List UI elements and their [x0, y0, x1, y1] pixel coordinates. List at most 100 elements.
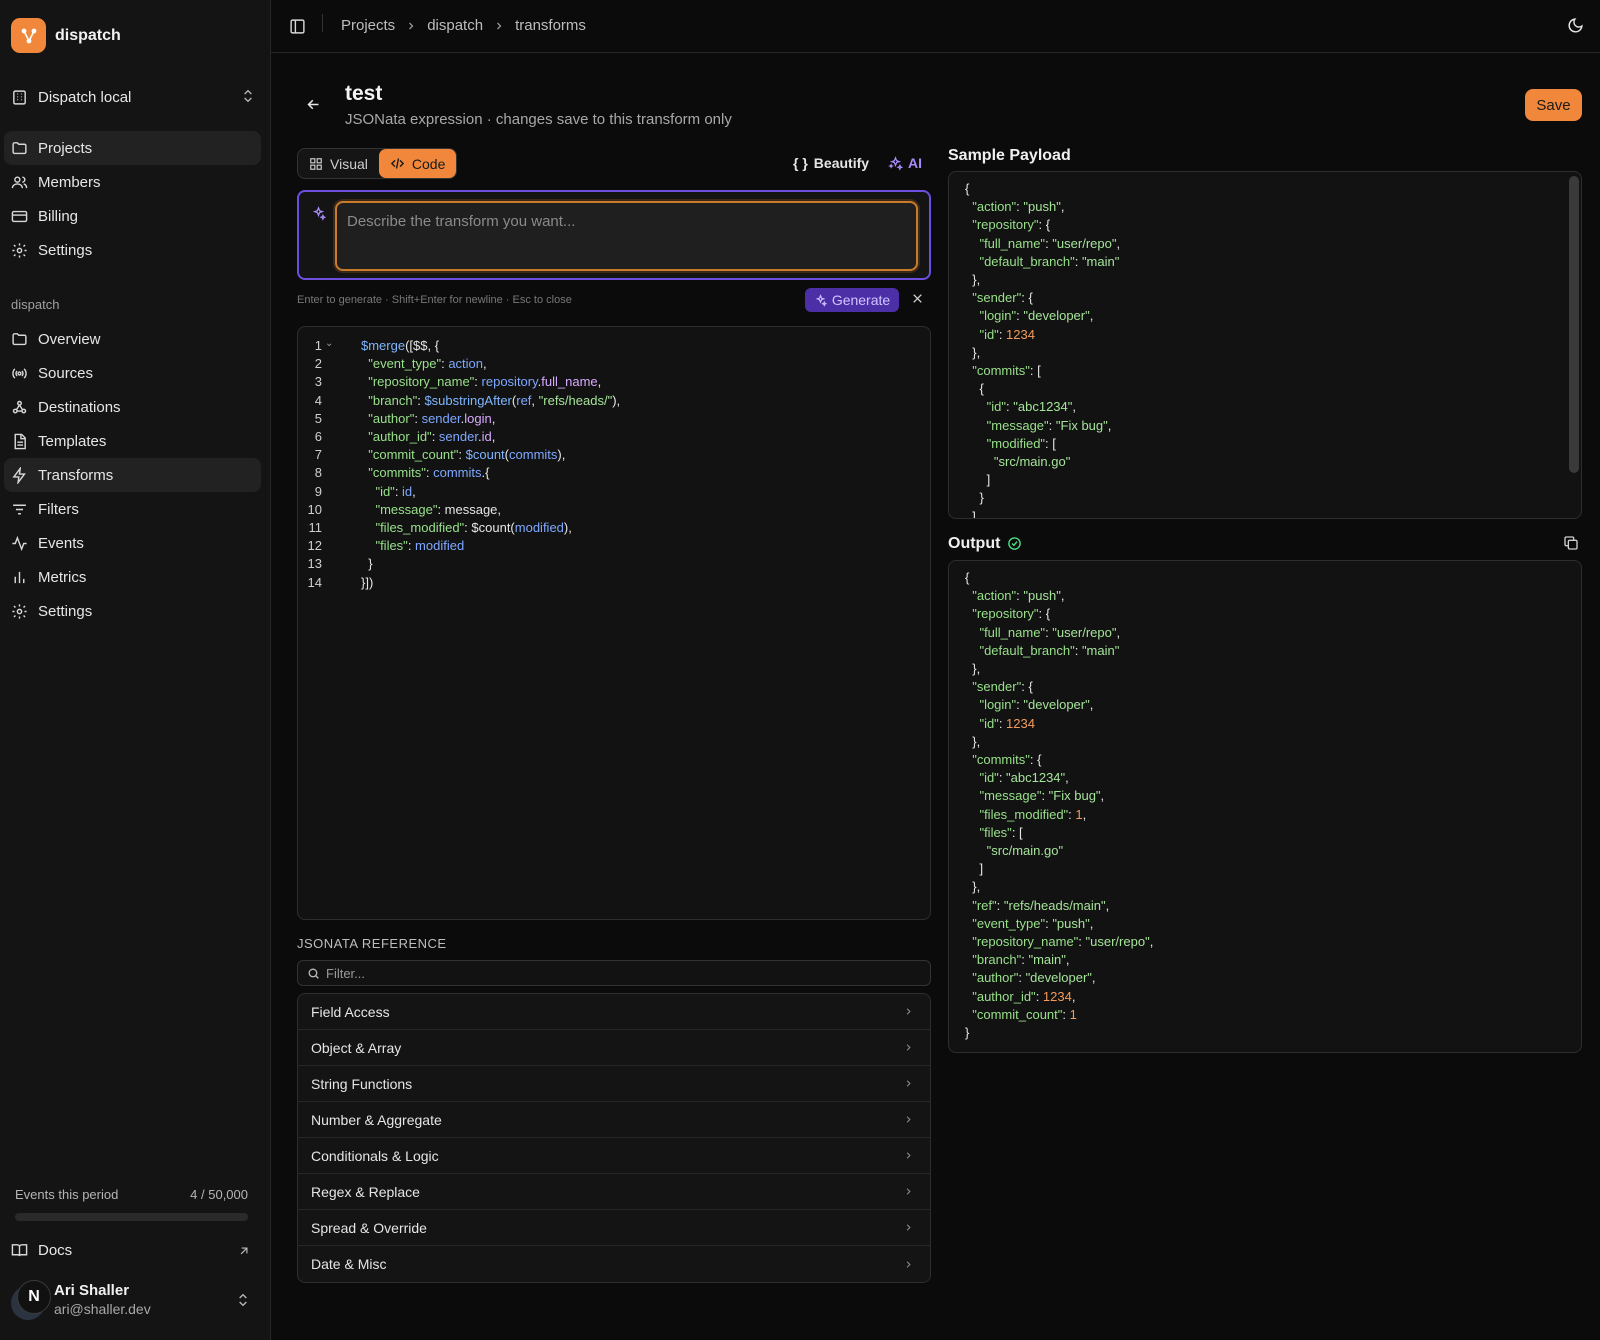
breadcrumb-projects[interactable]: Projects [341, 17, 395, 34]
usage-bar [15, 1213, 248, 1221]
code-text: "commit_count": $count(commits), [368, 447, 566, 463]
gear-icon [12, 242, 27, 258]
reference-item[interactable]: String Functions [298, 1066, 930, 1102]
gear-icon [12, 603, 27, 619]
sidebar-item-label: Templates [38, 432, 107, 450]
sparkles-icon [888, 155, 903, 171]
sidebar-item-projects[interactable]: Projects [4, 131, 261, 165]
folder-icon [12, 332, 27, 345]
project-nav: Overview Sources Destinations Templates Tran… [4, 322, 261, 628]
chevron-right-icon [906, 1260, 911, 1268]
save-button[interactable]: Save [1525, 89, 1582, 121]
ai-button[interactable]: AI [888, 155, 922, 171]
fold-chevron-icon[interactable]: ⌄ [325, 338, 333, 349]
chevron-right-icon [906, 1188, 911, 1195]
page-title: test [345, 82, 383, 105]
docs-label: Docs [38, 1242, 73, 1259]
reference-item[interactable]: Spread & Override [298, 1210, 930, 1246]
json-line: }, [965, 344, 981, 360]
reference-item[interactable]: Object & Array [298, 1030, 930, 1066]
copy-icon[interactable] [1563, 535, 1579, 551]
json-line: ] [965, 508, 976, 519]
user-name: Ari Shaller [54, 1282, 130, 1299]
json-line: "author": "developer", [972, 970, 1096, 986]
code-line: 9 "id": id, [298, 484, 918, 502]
code-editor[interactable]: 1 ⌄ $merge([$$, {2 "event_type": action, 3 … [297, 326, 931, 920]
json-line: "message": "Fix bug", [986, 417, 1112, 433]
file-text-icon [14, 433, 26, 449]
dispatch-logo-icon [11, 18, 46, 53]
code-line: 10 "message": message, [298, 502, 918, 520]
sidebar-toggle-icon[interactable] [289, 18, 306, 35]
reference-item[interactable]: Field Access [298, 994, 930, 1030]
user-menu[interactable]: N Ari Shaller ari@shaller.dev [11, 1280, 251, 1320]
beautify-button[interactable]: { } Beautify [793, 155, 869, 171]
activity-icon [12, 535, 27, 551]
line-number: 12 [307, 538, 322, 554]
sidebar-item-settings[interactable]: Settings [4, 594, 261, 628]
moon-icon[interactable] [1567, 17, 1584, 34]
back-arrow-icon[interactable] [305, 96, 322, 113]
json-line: "commits": { [972, 752, 1042, 767]
sidebar-item-sources[interactable]: Sources [4, 356, 261, 390]
breadcrumb: Projects dispatch transforms [341, 17, 586, 34]
sidebar-item-filters[interactable]: Filters [4, 492, 261, 526]
visual-mode-button[interactable]: Visual [298, 149, 379, 178]
json-line: "sender": { [972, 679, 1033, 695]
breadcrumb-dispatch[interactable]: dispatch [427, 17, 483, 34]
credit-card-icon [11, 210, 28, 222]
reference-item[interactable]: Number & Aggregate [298, 1102, 930, 1138]
sidebar-item-metrics[interactable]: Metrics [4, 560, 261, 594]
line-number: 3 [314, 374, 322, 390]
code-mode-button[interactable]: Code [378, 149, 457, 178]
generate-button[interactable]: Generate [805, 288, 899, 312]
brand[interactable]: dispatch [11, 18, 121, 53]
code-line: 8 "commits": commits.{ [298, 465, 918, 483]
sidebar-item-label: Overview [38, 330, 101, 348]
check-circle-icon [1008, 537, 1021, 550]
sidebar-item-templates[interactable]: Templates [4, 424, 261, 458]
usage-value: 4 / 50,000 [190, 1187, 248, 1202]
ai-prompt-input[interactable] [335, 201, 918, 271]
json-line: "id": "abc1234", [979, 770, 1069, 786]
reference-item[interactable]: Conditionals & Logic [298, 1138, 930, 1174]
json-line: "repository": { [972, 606, 1051, 622]
sidebar-item-settings[interactable]: Settings [4, 233, 261, 267]
sidebar-item-label: Transforms [38, 466, 114, 484]
reference-item-label: Number & Aggregate [311, 1111, 442, 1128]
webhook-icon [12, 400, 27, 414]
reference-filter-input[interactable] [326, 965, 906, 981]
book-icon [11, 1244, 28, 1257]
json-line: "action": "push", [972, 588, 1065, 604]
sidebar-item-billing[interactable]: Billing [4, 199, 261, 233]
chevron-right-icon [906, 1008, 911, 1015]
org-switcher[interactable]: Dispatch local [11, 84, 256, 110]
scrollbar[interactable] [1569, 176, 1579, 473]
line-number: 6 [314, 429, 322, 444]
sidebar-item-transforms[interactable]: Transforms [4, 458, 261, 492]
code-line: 3 "repository_name": repository.full_nam… [298, 374, 918, 392]
docs-link[interactable]: Docs [11, 1242, 251, 1259]
json-line: "sender": { [972, 290, 1033, 306]
json-line: "login": "developer", [979, 697, 1094, 713]
code-text: $merge([$$, { [361, 338, 440, 353]
code-line: 4 "branch": $substringAfter(ref, "refs/h… [298, 393, 918, 411]
close-icon[interactable] [911, 292, 924, 305]
sidebar-item-destinations[interactable]: Destinations [4, 390, 261, 424]
reference-item-label: Object & Array [311, 1039, 402, 1056]
ai-label: AI [908, 155, 922, 171]
line-number: 8 [314, 465, 322, 481]
reference-item[interactable]: Date & Misc [298, 1246, 930, 1282]
json-line: "commit_count": 1 [972, 1006, 1077, 1022]
sidebar-item-events[interactable]: Events [4, 526, 261, 560]
sidebar-item-overview[interactable]: Overview [4, 322, 261, 356]
topbar-divider [322, 14, 323, 32]
sample-payload-title: Sample Payload [948, 147, 1071, 164]
sample-payload-editor[interactable]: { "action": "push", "repository": { "ful… [948, 171, 1582, 519]
reference-item[interactable]: Regex & Replace [298, 1174, 930, 1210]
users-icon [11, 175, 28, 188]
generate-label: Generate [831, 292, 891, 308]
reference-item-label: Regex & Replace [311, 1183, 420, 1200]
json-line: "full_name": "user/repo", [979, 624, 1121, 640]
sidebar-item-members[interactable]: Members [4, 165, 261, 199]
